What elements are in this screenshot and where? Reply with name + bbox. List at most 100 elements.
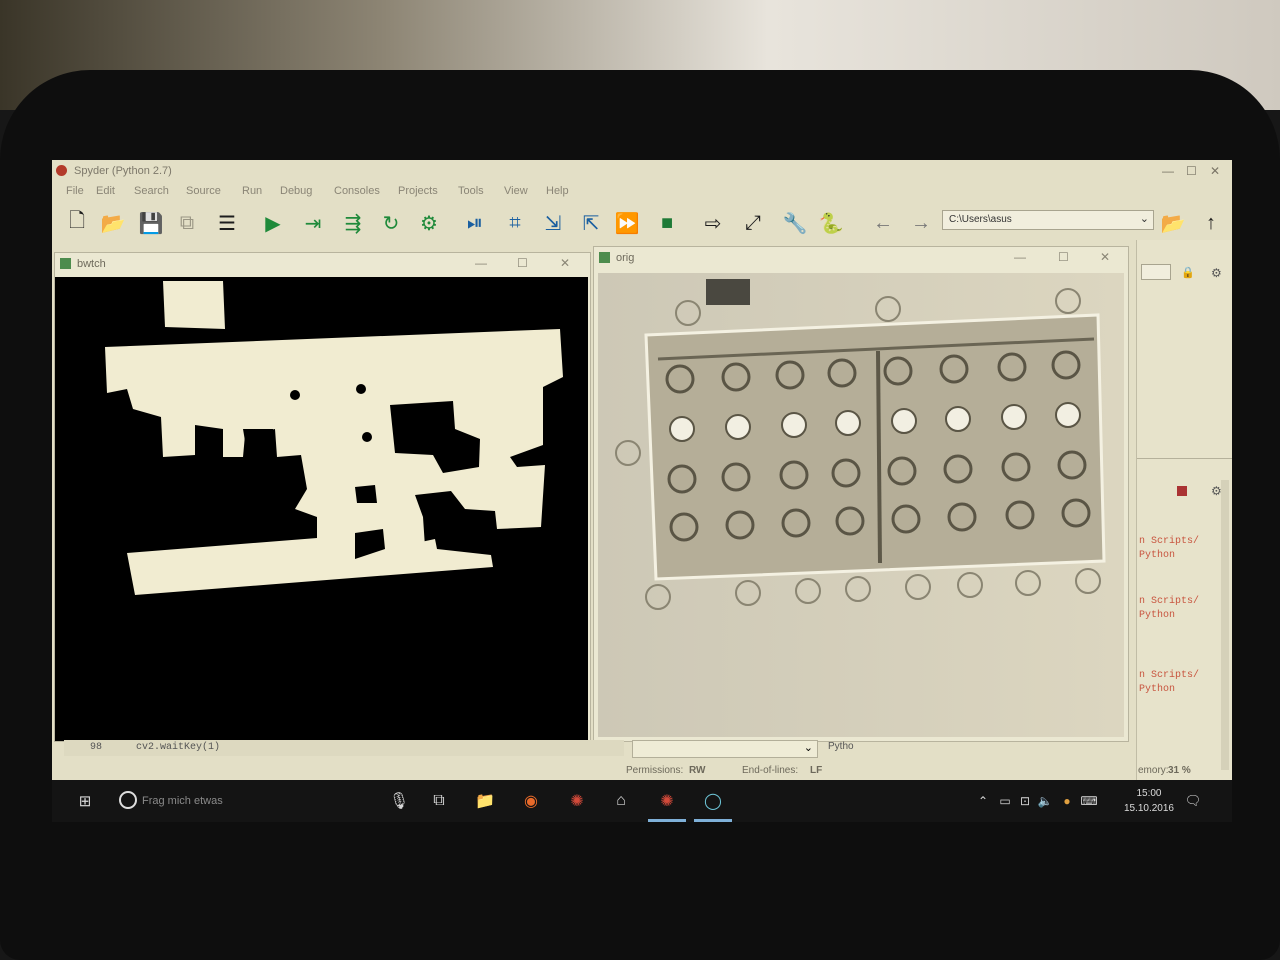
console-scrollbar[interactable] [1221, 480, 1229, 770]
windows-start-icon[interactable]: ⊞ [74, 790, 96, 812]
spyder-logo-icon [56, 165, 67, 176]
chevron-down-icon: ⌄ [803, 742, 813, 754]
run-cell-icon[interactable]: ⇥ [300, 210, 326, 236]
active-app-indicator [648, 819, 686, 822]
run-icon[interactable]: ▶ [260, 210, 286, 236]
volume-icon[interactable]: 🔈 [1034, 790, 1056, 812]
debug-icon[interactable]: ⏯ [462, 210, 488, 236]
permissions-label: Permissions: [626, 765, 684, 776]
memory-value: 31 % [1168, 765, 1191, 776]
forward-arrow-icon[interactable]: → [908, 210, 934, 236]
chevron-up-icon[interactable]: ⌃ [972, 790, 994, 812]
open-file-icon[interactable]: 📂 [100, 210, 126, 236]
right-dock-panel: 🔒 ⚙ ⚙ n Scripts/ Python n Scripts/ Pytho… [1136, 240, 1232, 785]
continue-icon[interactable]: ⏩ [614, 210, 640, 236]
orig-window-title: orig [616, 252, 635, 264]
panel-combo[interactable] [1141, 264, 1171, 280]
working-directory-combo[interactable]: C:\Users\asus ⌄ [942, 210, 1154, 230]
menu-projects[interactable]: Projects [398, 185, 438, 197]
spyder-app-icon[interactable]: ✺ [566, 790, 588, 812]
panel-divider [1137, 458, 1232, 459]
tray-app-icon[interactable]: ● [1056, 790, 1078, 812]
parent-dir-icon[interactable]: ↑ [1198, 210, 1224, 236]
laptop-screen: Spyder (Python 2.7) — ☐ ✕ File Edit Sear… [52, 160, 1232, 822]
taskbar-clock[interactable]: 15:00 15.10.2016 [1124, 786, 1174, 816]
step-return-icon[interactable]: ⇱ [578, 210, 604, 236]
preferences-icon[interactable]: 🔧 [782, 210, 808, 236]
options-gear-icon[interactable]: ⚙ [1211, 266, 1222, 280]
menu-debug[interactable]: Debug [280, 185, 312, 197]
menu-consoles[interactable]: Consoles [334, 185, 380, 197]
menu-search[interactable]: Search [134, 185, 169, 197]
minimize-icon[interactable]: — [1014, 250, 1026, 264]
back-arrow-icon[interactable]: ← [870, 210, 896, 236]
working-directory-value: C:\Users\asus [949, 214, 1012, 225]
notifications-icon[interactable]: 🗨 [1182, 790, 1204, 812]
task-view-icon[interactable]: ⧉ [428, 790, 450, 812]
browse-folder-icon[interactable]: 📂 [1160, 210, 1186, 236]
keyboard-icon[interactable]: ⌨ [1078, 790, 1100, 812]
maximize-icon[interactable]: ☐ [1058, 250, 1069, 264]
step-icon[interactable]: ⌗ [502, 210, 528, 236]
menu-edit[interactable]: Edit [96, 185, 115, 197]
console-entry-line: n Scripts/ [1139, 536, 1200, 547]
editor-combo[interactable]: ⌄ [632, 740, 818, 758]
list-icon[interactable]: ☰ [214, 210, 240, 236]
cortana-icon [119, 791, 137, 809]
active-app-indicator [694, 819, 732, 822]
menu-file[interactable]: File [66, 185, 84, 197]
firefox-icon[interactable]: ◉ [520, 790, 542, 812]
step-into-icon[interactable]: ⇲ [540, 210, 566, 236]
run-config-icon[interactable]: ⚙ [416, 210, 442, 236]
console-entry-line: Python [1139, 550, 1176, 561]
file-explorer-icon[interactable]: 📁 [474, 790, 496, 812]
window-title: Spyder (Python 2.7) [74, 165, 172, 177]
binary-image-window: bwtch — ☐ ✕ [54, 252, 591, 742]
new-file-icon[interactable]: 🗋 [64, 210, 90, 236]
stop-icon[interactable]: ■ [654, 210, 680, 236]
console-entry-line: n Scripts/ [1139, 670, 1200, 681]
cortana-search-box[interactable]: Frag mich etwas [114, 788, 384, 814]
python-path-icon[interactable]: 🐍 [818, 210, 844, 236]
menubar: File Edit Search Source Run Debug Consol… [52, 182, 1232, 200]
search-placeholder: Frag mich etwas [142, 795, 223, 807]
menu-help[interactable]: Help [546, 185, 569, 197]
maximize-icon[interactable]: ☐ [1186, 164, 1197, 178]
minimize-icon[interactable]: — [475, 256, 487, 270]
save-icon[interactable]: 💾 [138, 210, 164, 236]
minimize-icon[interactable]: — [1162, 164, 1174, 178]
fullscreen-icon[interactable]: ⤢ [740, 210, 766, 236]
network-app-icon[interactable]: ⌂ [610, 790, 632, 812]
rerun-icon[interactable]: ↻ [378, 210, 404, 236]
battery-icon[interactable]: ▭ [994, 790, 1016, 812]
windows-taskbar: ⊞ Frag mich etwas 🎙 ⧉ 📁 ◉ ✺ ⌂ ✺ ◯ ⌃ ▭ ⊡ … [52, 780, 1232, 822]
spyder-running-icon[interactable]: ✺ [656, 790, 678, 812]
close-icon[interactable]: ✕ [1100, 250, 1110, 264]
code-line: cv2.waitKey(1) [136, 742, 221, 753]
eol-label: End-of-lines: [742, 765, 799, 776]
python-window-icon[interactable]: ◯ [702, 790, 724, 812]
network-icon[interactable]: ⊡ [1014, 790, 1036, 812]
console-entry-line: Python [1139, 610, 1176, 621]
stop-console-icon[interactable] [1177, 486, 1187, 496]
spyder-titlebar: Spyder (Python 2.7) — ☐ ✕ [52, 160, 1232, 182]
orig-image-window: orig — ☐ ✕ [593, 246, 1129, 742]
menu-tools[interactable]: Tools [458, 185, 484, 197]
clock-date: 15.10.2016 [1123, 803, 1174, 814]
eol-value: LF [810, 765, 823, 776]
lock-icon[interactable]: 🔒 [1181, 266, 1195, 279]
chevron-down-icon: ⌄ [1139, 213, 1149, 225]
close-icon[interactable]: ✕ [560, 256, 570, 270]
menu-run[interactable]: Run [242, 185, 262, 197]
maximize-pane-icon[interactable]: ⇨ [700, 210, 726, 236]
maximize-icon[interactable]: ☐ [517, 256, 528, 270]
original-camera-image [598, 273, 1124, 737]
save-all-icon[interactable]: ⧉ [174, 210, 200, 236]
microphone-icon[interactable]: 🎙 [388, 790, 410, 812]
menu-view[interactable]: View [504, 185, 528, 197]
close-icon[interactable]: ✕ [1210, 164, 1220, 178]
window-app-icon [599, 252, 610, 263]
menu-source[interactable]: Source [186, 185, 221, 197]
window-app-icon [60, 258, 71, 269]
run-cell-advance-icon[interactable]: ⇶ [340, 210, 366, 236]
